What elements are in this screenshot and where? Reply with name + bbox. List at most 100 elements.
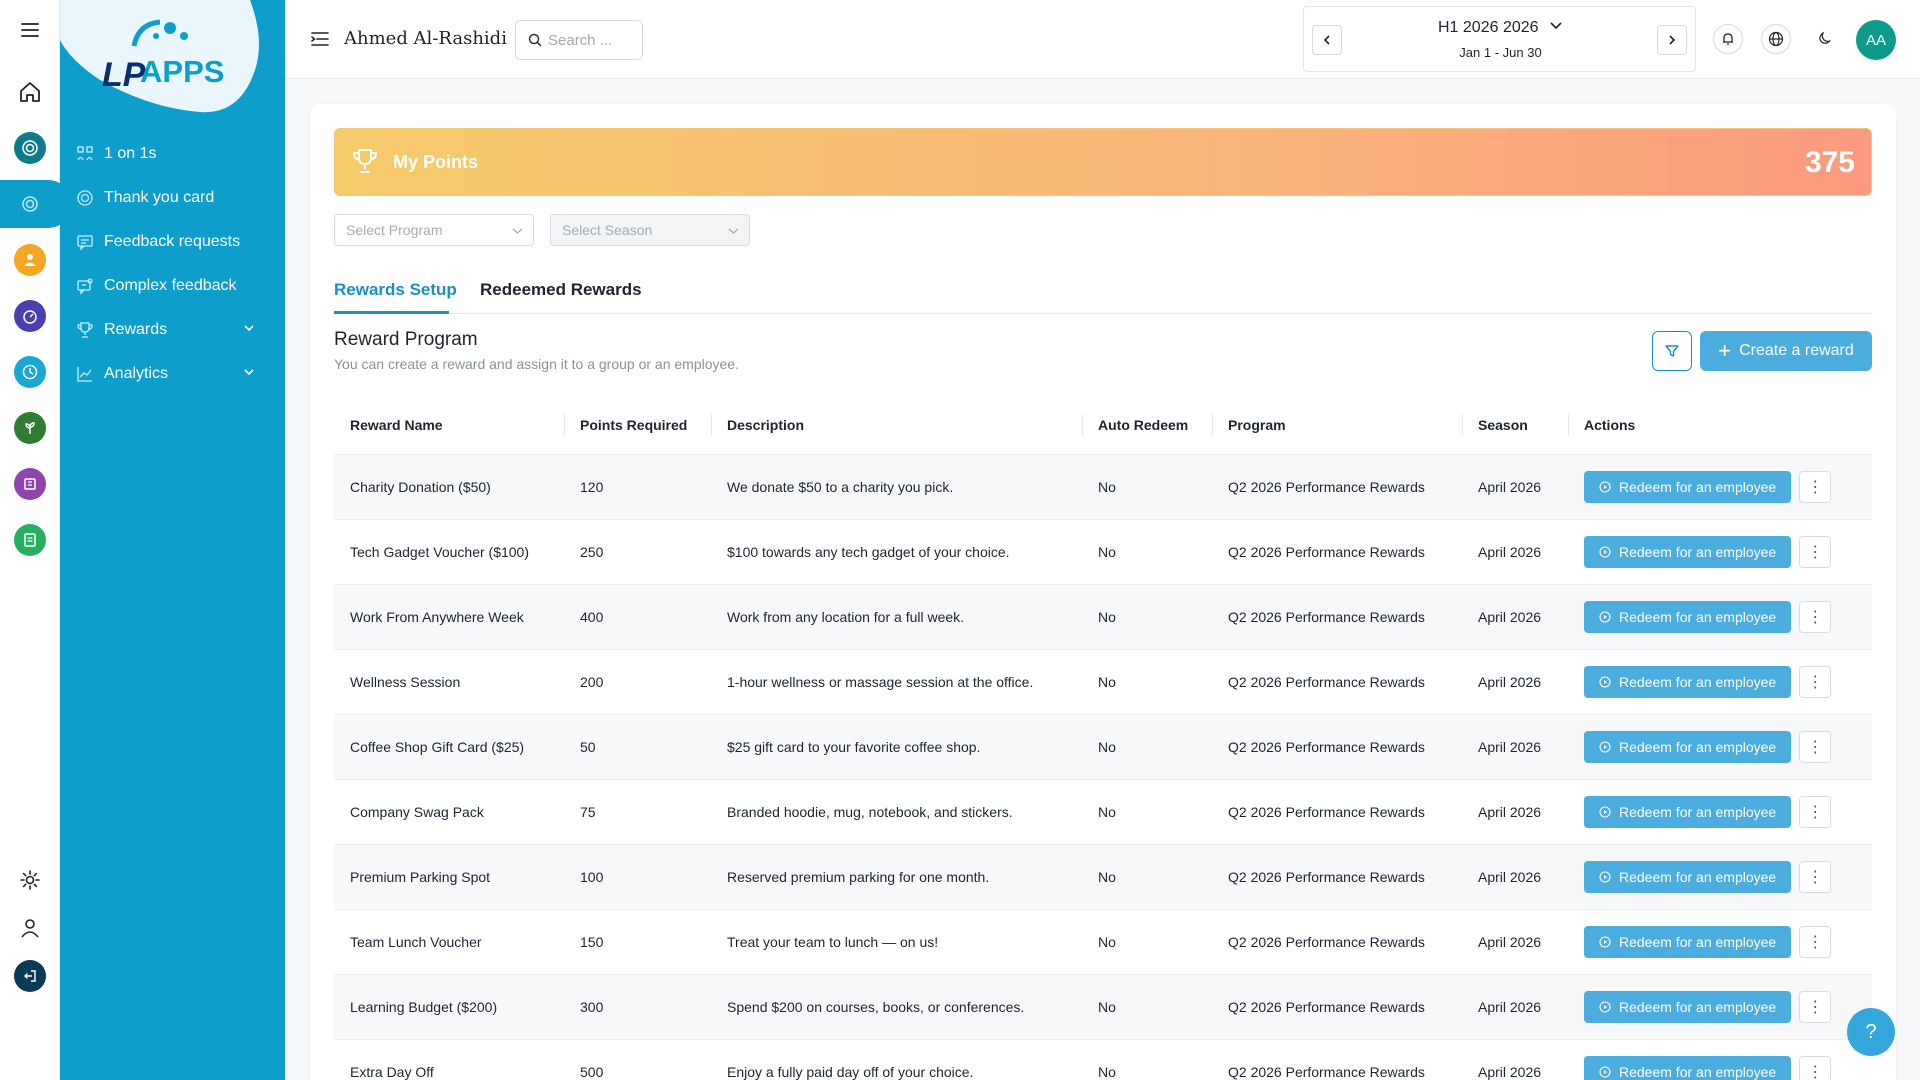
tab-rewards-setup[interactable]: Rewards Setup bbox=[334, 280, 457, 300]
theme-toggle-button[interactable] bbox=[1809, 24, 1839, 54]
redeem-button-label: Redeem for an employee bbox=[1619, 803, 1777, 820]
logo-text: APPS bbox=[140, 54, 224, 89]
program-cell: Q2 2026 Performance Rewards bbox=[1212, 1039, 1462, 1080]
home-icon[interactable] bbox=[0, 70, 60, 114]
description-cell: $25 gift card to your favorite coffee sh… bbox=[711, 714, 1082, 780]
notifications-button[interactable] bbox=[1713, 24, 1743, 54]
reward-name-cell: Tech Gadget Voucher ($100) bbox=[334, 519, 564, 585]
program-select[interactable]: Select Program bbox=[334, 214, 534, 246]
clock-icon[interactable] bbox=[0, 350, 60, 394]
description-cell: Enjoy a fully paid day off of your choic… bbox=[711, 1039, 1082, 1080]
more-options-button[interactable]: ⋮ bbox=[1799, 665, 1832, 698]
bell-icon bbox=[1723, 33, 1733, 45]
menu-icon[interactable] bbox=[0, 8, 60, 52]
target-icon[interactable] bbox=[0, 126, 60, 170]
search-box[interactable] bbox=[515, 20, 643, 60]
section-title: Reward Program bbox=[334, 329, 478, 350]
more-options-button[interactable]: ⋮ bbox=[1799, 795, 1832, 828]
redeem-button-label: Redeem for an employee bbox=[1619, 543, 1777, 560]
checklist-icon[interactable] bbox=[0, 518, 60, 562]
fingerprint-icon[interactable] bbox=[0, 182, 60, 226]
nav-item-1on1s[interactable]: 1 on 1s bbox=[60, 134, 285, 174]
nav-item-complex-feedback[interactable]: Complex feedback bbox=[60, 266, 285, 306]
user-icon[interactable] bbox=[0, 906, 60, 950]
redeem-button[interactable]: Redeem for an employee bbox=[1584, 730, 1792, 763]
reward-name-cell: Company Swag Pack bbox=[334, 779, 564, 845]
more-options-button[interactable]: ⋮ bbox=[1799, 990, 1832, 1023]
season-select-placeholder: Select Season bbox=[562, 222, 653, 238]
points-cell: 200 bbox=[564, 649, 711, 715]
table-row: Wellness Session 200 1-hour wellness or ma… bbox=[334, 649, 1872, 715]
chevron-right-icon bbox=[1669, 35, 1676, 45]
more-options-button[interactable]: ⋮ bbox=[1799, 925, 1832, 958]
help-button[interactable]: ? bbox=[1847, 1008, 1895, 1056]
gear-icon[interactable] bbox=[0, 858, 60, 902]
sidebar-nav: LP APPS 1 on 1s Thank you card Feedback … bbox=[60, 0, 285, 1080]
more-options-button[interactable]: ⋮ bbox=[1799, 730, 1832, 763]
auto-redeem-cell: No bbox=[1082, 714, 1212, 780]
redeem-button[interactable]: Redeem for an employee bbox=[1584, 535, 1792, 568]
more-options-button[interactable]: ⋮ bbox=[1799, 535, 1832, 568]
nav-item-label: 1 on 1s bbox=[104, 145, 157, 162]
plant-icon[interactable] bbox=[0, 406, 60, 450]
redeem-button[interactable]: Redeem for an employee bbox=[1584, 1055, 1792, 1080]
column-header: Description bbox=[711, 396, 1082, 455]
nav-item-analytics[interactable]: Analytics bbox=[60, 354, 285, 394]
board-icon[interactable] bbox=[0, 462, 60, 506]
tab-redeemed-rewards[interactable]: Redeemed Rewards bbox=[480, 280, 642, 300]
filter-button[interactable] bbox=[1652, 331, 1692, 371]
period-dropdown[interactable]: H1 2026 2026 bbox=[1304, 19, 1697, 37]
table-row: Team Lunch Voucher 150 Treat your team to … bbox=[334, 909, 1872, 975]
redeem-button[interactable]: Redeem for an employee bbox=[1584, 925, 1792, 958]
redeem-button-label: Redeem for an employee bbox=[1619, 608, 1777, 625]
table-row: Tech Gadget Voucher ($100) 250 $100 toward… bbox=[334, 519, 1872, 585]
chart-icon bbox=[77, 367, 92, 382]
play-circle-icon bbox=[1599, 1000, 1611, 1013]
season-cell: April 2026 bbox=[1462, 454, 1568, 520]
nav-item-thank-you-card[interactable]: Thank you card bbox=[60, 178, 285, 218]
redeem-button-label: Redeem for an employee bbox=[1619, 1063, 1777, 1080]
season-cell: April 2026 bbox=[1462, 714, 1568, 780]
nav-item-label: Thank you card bbox=[104, 189, 215, 206]
gauge-icon[interactable] bbox=[0, 294, 60, 338]
column-header: Points Required bbox=[564, 396, 711, 455]
table-body: Charity Donation ($50) 120 We donate $50 t… bbox=[334, 454, 1872, 1080]
nav-item-feedback-requests[interactable]: Feedback requests bbox=[60, 222, 285, 262]
language-button[interactable] bbox=[1761, 24, 1791, 54]
points-cell: 75 bbox=[564, 779, 711, 845]
avatar[interactable]: AA bbox=[1856, 20, 1896, 60]
search-input[interactable] bbox=[548, 31, 634, 49]
play-circle-icon bbox=[1599, 675, 1611, 688]
more-options-button[interactable]: ⋮ bbox=[1799, 860, 1832, 893]
redeem-button[interactable]: Redeem for an employee bbox=[1584, 990, 1792, 1023]
column-header: Program bbox=[1212, 396, 1462, 455]
nav-item-rewards[interactable]: Rewards bbox=[60, 310, 285, 350]
redeem-button[interactable]: Redeem for an employee bbox=[1584, 860, 1792, 893]
chevron-down-icon bbox=[512, 228, 523, 234]
redeem-button[interactable]: Redeem for an employee bbox=[1584, 665, 1792, 698]
program-cell: Q2 2026 Performance Rewards bbox=[1212, 519, 1462, 585]
people-icon[interactable] bbox=[0, 238, 60, 282]
moon-icon bbox=[1819, 31, 1831, 44]
description-cell: Treat your team to lunch — on us! bbox=[711, 909, 1082, 975]
more-options-button[interactable]: ⋮ bbox=[1799, 1055, 1832, 1080]
next-period-button[interactable] bbox=[1657, 25, 1687, 55]
people-icon bbox=[77, 146, 93, 161]
main-card: My Points 375 Select Program Select Seas… bbox=[310, 104, 1896, 1080]
actions-cell: Redeem for an employee ⋮ bbox=[1568, 1039, 1872, 1080]
actions-cell: Redeem for an employee ⋮ bbox=[1568, 974, 1872, 1040]
redeem-button[interactable]: Redeem for an employee bbox=[1584, 600, 1792, 633]
season-cell: April 2026 bbox=[1462, 1039, 1568, 1080]
more-options-button[interactable]: ⋮ bbox=[1799, 600, 1832, 633]
redeem-button[interactable]: Redeem for an employee bbox=[1584, 795, 1792, 828]
points-cell: 250 bbox=[564, 519, 711, 585]
user-name: Ahmed Al-Rashidi bbox=[344, 28, 507, 49]
collapse-menu-icon[interactable] bbox=[311, 31, 329, 47]
more-options-button[interactable]: ⋮ bbox=[1799, 470, 1832, 503]
season-select[interactable]: Select Season bbox=[550, 214, 750, 246]
nav-item-label: Complex feedback bbox=[104, 277, 237, 294]
auto-redeem-cell: No bbox=[1082, 584, 1212, 650]
redeem-button[interactable]: Redeem for an employee bbox=[1584, 470, 1792, 503]
create-reward-button[interactable]: + Create a reward bbox=[1700, 331, 1872, 371]
logout-icon[interactable] bbox=[0, 954, 60, 998]
